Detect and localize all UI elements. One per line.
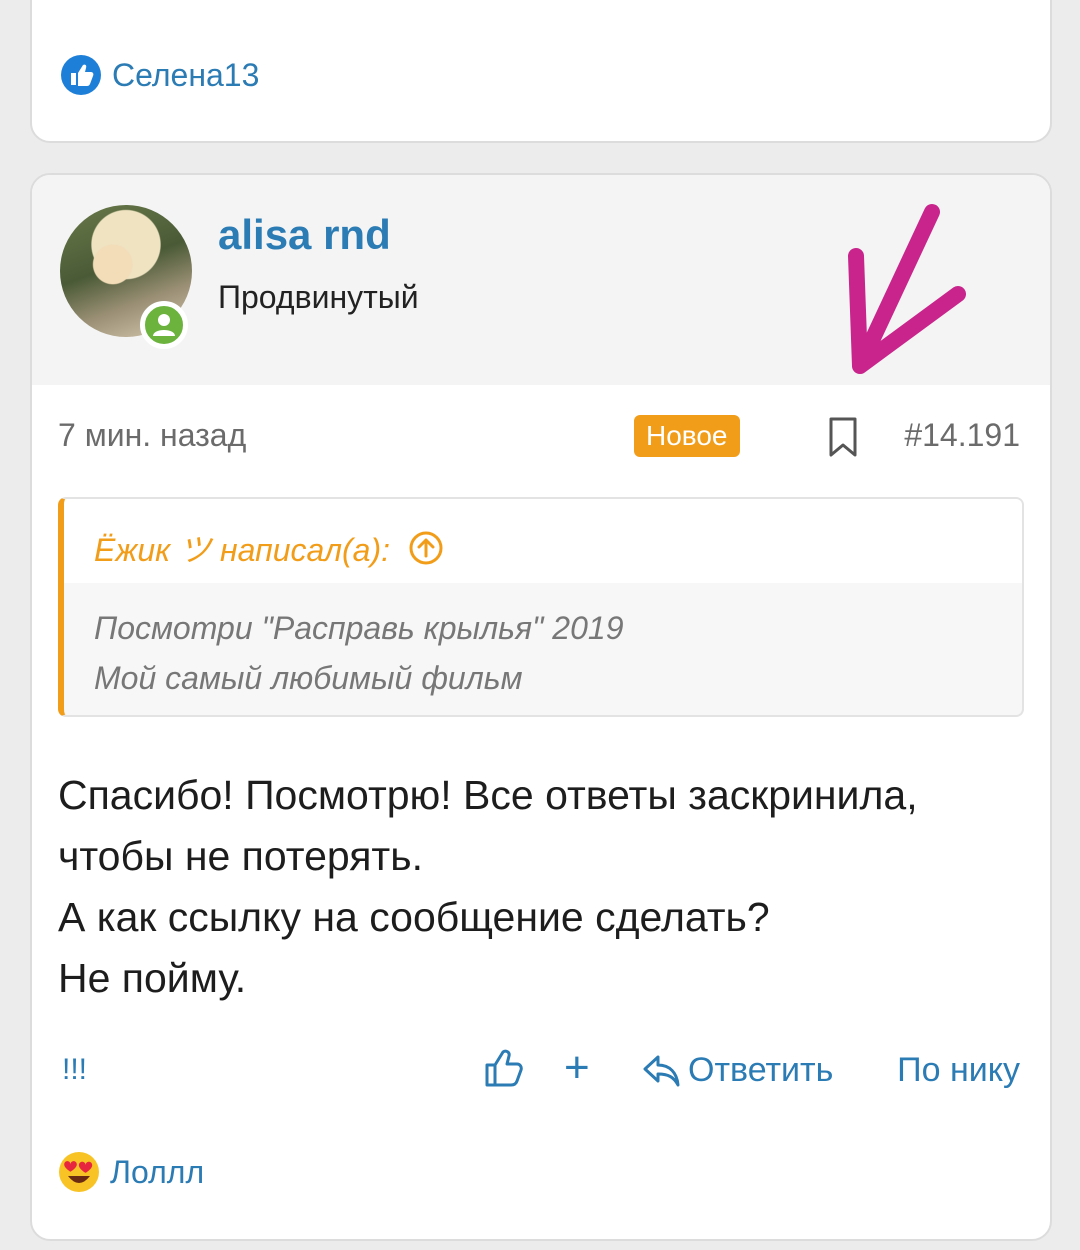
bookmark-icon[interactable] (828, 417, 858, 457)
reply-button[interactable]: Ответить (642, 1051, 833, 1090)
quote-author-label: Ёжик ツ написал(а): (94, 532, 390, 568)
quote-block: Ёжик ツ написал(а): Посмотри "Расправь кр… (58, 497, 1024, 717)
reaction-row[interactable]: Лоллл (58, 1151, 204, 1193)
reply-label: Ответить (688, 1051, 834, 1089)
like-icon[interactable] (484, 1047, 524, 1089)
quote-line: Посмотри "Расправь крылья" 2019 (94, 610, 624, 646)
previous-post-card: Селена13 (30, 0, 1052, 143)
by-nick-button[interactable]: По нику (897, 1051, 1020, 1090)
author-rank: Продвинутый (218, 279, 419, 315)
message-line: А как ссылку на сообщение сделать? (58, 894, 770, 940)
annotation-arrow-icon (848, 204, 966, 374)
post-number[interactable]: #14.191 (904, 417, 1020, 454)
post-timestamp[interactable]: 7 мин. назад (58, 417, 246, 454)
quote-text: Посмотри "Расправь крылья" 2019 Мой самы… (94, 603, 623, 703)
online-status-icon (140, 301, 188, 349)
quote-header: Ёжик ツ написал(а): (64, 499, 1022, 583)
post-actions: !!! + Ответить По нику (32, 1043, 1050, 1097)
plus-button[interactable]: + (564, 1043, 590, 1093)
message-line: Спасибо! Посмотрю! Все ответы заскринила… (58, 772, 918, 818)
post-meta: 7 мин. назад Новое #14.191 (32, 407, 1050, 467)
quote-line: Мой самый любимый фильм (94, 660, 523, 696)
reply-icon (643, 1055, 680, 1086)
reaction-user[interactable]: Селена13 (112, 57, 259, 94)
message-line: Не пойму. (58, 955, 247, 1001)
post-author[interactable]: alisa rnd (218, 211, 391, 259)
heart-eyes-emoji-icon (59, 1152, 99, 1192)
message-body: Спасибо! Посмотрю! Все ответы заскринила… (58, 765, 918, 1009)
arrow-up-circle-icon[interactable] (408, 530, 444, 566)
reaction-row[interactable]: Селена13 (60, 54, 259, 96)
quote-author[interactable]: Ёжик ツ написал(а): (94, 525, 444, 571)
reaction-user[interactable]: Лоллл (110, 1154, 204, 1191)
report-button[interactable]: !!! (62, 1053, 87, 1087)
thumbs-up-icon (61, 55, 101, 95)
new-badge: Новое (634, 415, 740, 457)
message-line: чтобы не потерять. (58, 833, 423, 879)
